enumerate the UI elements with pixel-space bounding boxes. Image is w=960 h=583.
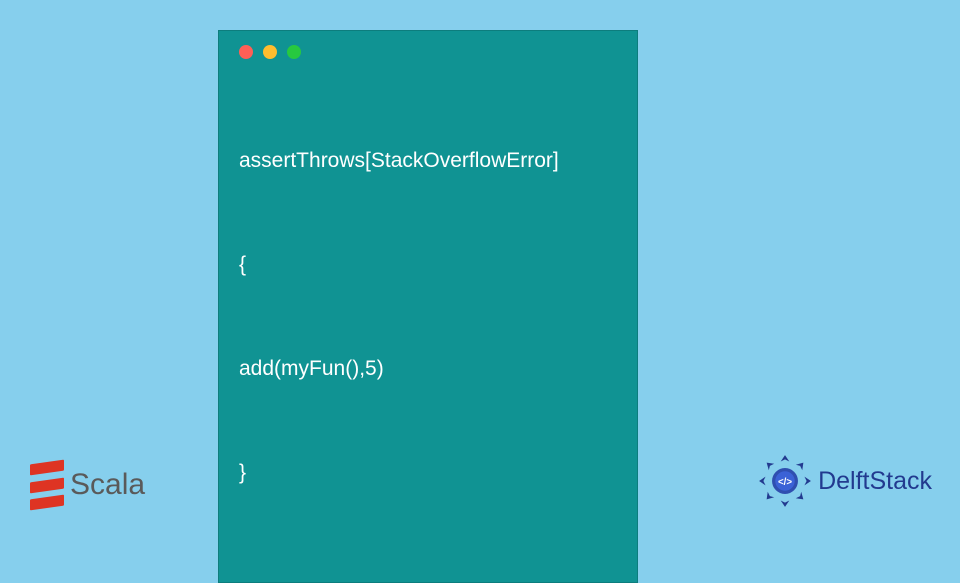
code-window: assertThrows[StackOverflowError] { add(m…: [218, 30, 638, 583]
delftstack-logo-text: DelftStack: [818, 467, 932, 496]
delftstack-logo: </> DelftStack: [758, 454, 932, 508]
code-line: add(myFun(),5): [239, 352, 617, 387]
code-block: assertThrows[StackOverflowError] { add(m…: [239, 75, 617, 560]
window-controls: [239, 45, 617, 59]
minimize-icon: [263, 45, 277, 59]
close-icon: [239, 45, 253, 59]
code-line: {: [239, 248, 617, 283]
scala-logo-text: Scala: [70, 468, 145, 502]
maximize-icon: [287, 45, 301, 59]
code-line: }: [239, 456, 617, 491]
svg-text:</>: </>: [778, 477, 792, 488]
scala-logo: Scala: [30, 462, 145, 508]
scala-logo-icon: [30, 462, 64, 508]
code-line: assertThrows[StackOverflowError]: [239, 144, 617, 179]
delftstack-logo-icon: </>: [758, 454, 812, 508]
